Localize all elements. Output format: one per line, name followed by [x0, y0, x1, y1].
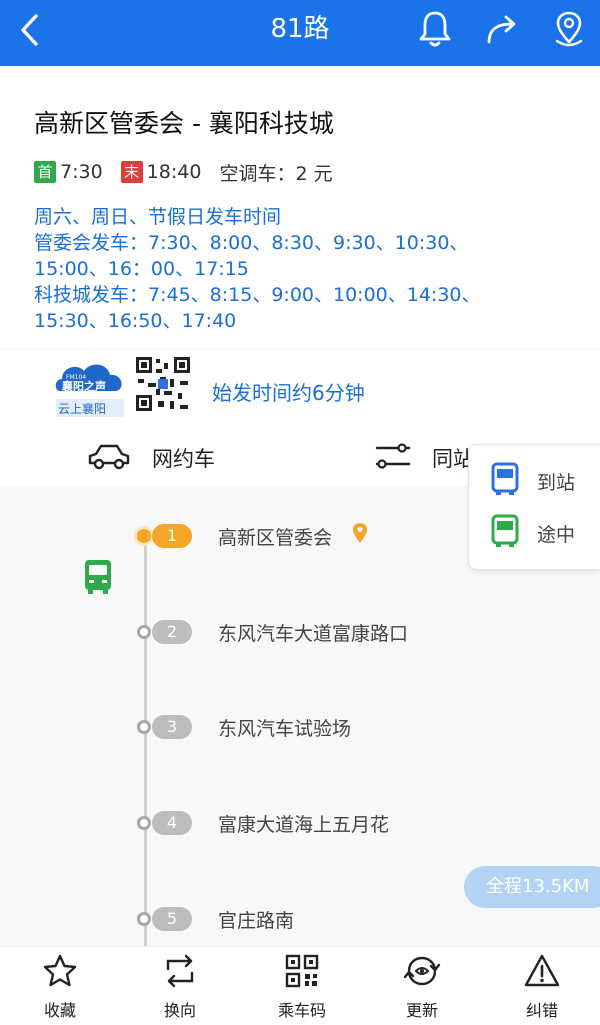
fare-text: 空调车：2 元: [219, 162, 333, 185]
last-bus-tag: 末: [120, 161, 143, 183]
schedule-line: 科技城发车：7:45、8:15、9:00、10:00、14:30、: [34, 284, 481, 306]
stop-name: 富康大道海上五月花: [218, 814, 390, 836]
favorite-label: 收藏: [43, 1001, 76, 1020]
qr-code-icon: [285, 954, 319, 988]
last-bus-time: 18:40: [146, 161, 202, 183]
stop-number: 5: [152, 907, 192, 931]
refresh-label: 更新: [405, 1001, 438, 1020]
service-times: 首 7:30 末 18:40 空调车：2 元: [34, 158, 333, 186]
legend-en-route-label: 途中: [537, 523, 576, 546]
stop-name: 东风汽车试验场: [218, 718, 352, 740]
refresh-button[interactable]: 更新: [372, 953, 472, 1023]
bus-status-legend: 到站 途中: [468, 444, 600, 570]
stop-number: 3: [152, 715, 192, 739]
stop-dot-icon: [137, 720, 151, 734]
radio-logo-icon: FM104 襄阳之声 云上襄阳: [52, 355, 130, 421]
car-icon: [86, 439, 132, 477]
first-bus-tag: 首: [34, 161, 56, 183]
bus-en-route-legend-icon: [491, 514, 519, 552]
current-location-pin-icon: [352, 522, 368, 544]
promo-text: 始发时间约6分钟: [212, 381, 365, 405]
qr-code-image: [134, 355, 192, 413]
location-pin-icon[interactable]: [548, 8, 590, 50]
share-icon[interactable]: [482, 8, 524, 50]
schedule-line: 管委会发车：7:30、8:00、8:30、9:30、10:30、: [34, 232, 469, 254]
swap-direction-label: 换向: [163, 1001, 196, 1020]
ride-code-button[interactable]: 乘车码: [252, 953, 352, 1023]
route-distance-badge: 全程13.5KM: [464, 866, 600, 908]
stop-number: 1: [152, 524, 192, 548]
svg-text:襄阳之声: 襄阳之声: [61, 379, 106, 393]
favorite-button[interactable]: 收藏: [10, 953, 110, 1023]
route-lines-icon: [374, 441, 412, 475]
ride-hailing-button[interactable]: 网约车: [86, 440, 215, 476]
warning-icon: [524, 954, 560, 987]
route-info-card: 高新区管委会 - 襄阳科技城 首 7:30 末 18:40 空调车：2 元 周六…: [0, 66, 600, 348]
report-error-button[interactable]: 纠错: [492, 953, 592, 1023]
route-line: [144, 526, 147, 946]
schedule-line: 15:30、16:50、17:40: [34, 310, 237, 332]
stop-dot-icon: [137, 912, 151, 926]
stop-dot-icon: [137, 625, 151, 639]
legend-arrived-label: 到站: [537, 471, 576, 494]
bus-en-route-icon: [82, 558, 114, 596]
bus-arrived-icon: [491, 462, 519, 500]
promo-banner[interactable]: FM104 襄阳之声 云上襄阳 始发时间约6分钟: [0, 348, 600, 426]
route-name: 高新区管委会 - 襄阳科技城: [34, 109, 334, 138]
stop-dot-icon: [137, 816, 151, 830]
first-bus-time: 7:30: [60, 161, 103, 183]
ride-code-label: 乘车码: [277, 1001, 326, 1020]
top-app-bar: 81路: [0, 0, 600, 66]
bus-route-page: 81路 高新区管委会 - 襄阳科技城 首 7:30 末 18:40 空调车：2 …: [0, 0, 600, 1025]
stop-number: 4: [152, 811, 192, 835]
legend-en-route: 途中: [491, 513, 575, 553]
svg-text:云上襄阳: 云上襄阳: [58, 401, 106, 416]
swap-direction-icon: [166, 954, 194, 988]
weekend-schedule: 周六、周日、节假日发车时间 管委会发车：7:30、8:00、8:30、9:30、…: [34, 204, 574, 334]
schedule-line: 15:00、16：00、17:15: [34, 258, 249, 280]
bell-icon[interactable]: [414, 8, 456, 50]
bottom-toolbar: 收藏 换向 乘车码 更新 纠错: [0, 946, 600, 1025]
legend-arrived: 到站: [491, 461, 575, 501]
stop-name: 高新区管委会: [218, 527, 333, 549]
stop-number: 2: [152, 620, 192, 644]
ride-hailing-label: 网约车: [152, 447, 215, 471]
report-error-label: 纠错: [525, 1001, 558, 1020]
star-icon: [43, 954, 77, 987]
stop-dot-icon: [137, 529, 151, 543]
refresh-icon: [403, 956, 441, 986]
swap-direction-button[interactable]: 换向: [130, 953, 230, 1023]
schedule-line: 周六、周日、节假日发车时间: [34, 206, 282, 228]
stop-name: 官庄路南: [218, 910, 295, 932]
stop-name: 东风汽车大道富康路口: [218, 623, 409, 645]
